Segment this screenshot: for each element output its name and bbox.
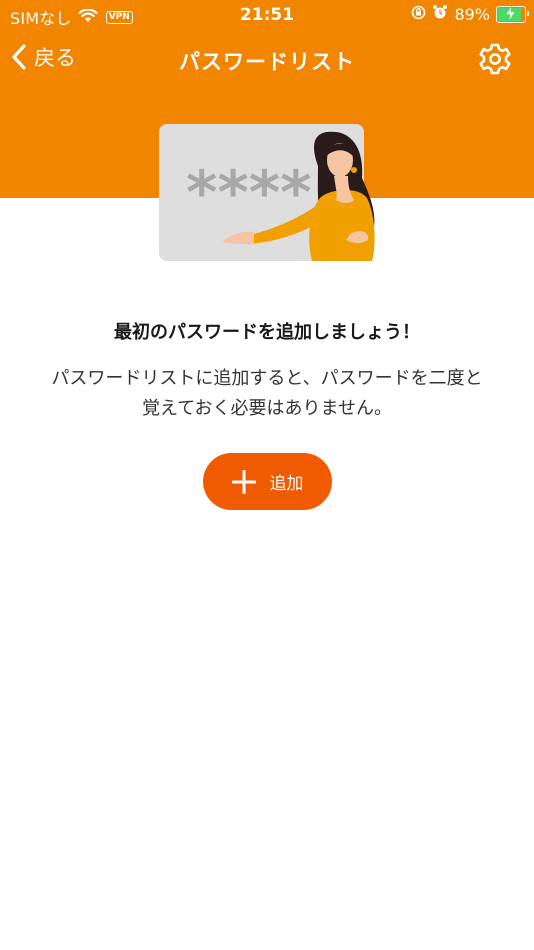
battery-icon [496, 5, 529, 23]
empty-state-description: パスワードリストに追加すると、パスワードを二度と 覚えておく必要はありません。 [20, 364, 514, 424]
empty-state-heading: 最初のパスワードを追加しましょう！ [114, 322, 420, 343]
alarm-icon [432, 4, 448, 24]
description-line-2: 覚えておく必要はありません。 [141, 398, 393, 419]
battery-percent: 89% [454, 4, 490, 24]
description-line-1: パスワードリストに追加すると、パスワードを二度と [51, 368, 483, 389]
password-illustration: **** [150, 118, 390, 268]
add-password-button[interactable]: 追加 [203, 453, 332, 510]
battery-cap [527, 10, 529, 16]
page-title: パスワードリスト [179, 50, 355, 74]
orientation-lock-icon [411, 5, 426, 24]
charging-bolt-icon [505, 5, 516, 21]
status-right: 89% [411, 4, 529, 24]
status-bar: SIMなし VPN 21:51 89% [0, 0, 534, 32]
gear-icon [479, 43, 511, 75]
plus-icon [231, 469, 256, 494]
masked-password-text: **** [186, 158, 312, 228]
settings-button[interactable] [478, 42, 512, 80]
add-button-label: 追加 [269, 474, 304, 494]
navigation-bar: 戻る パスワードリスト [0, 34, 534, 86]
